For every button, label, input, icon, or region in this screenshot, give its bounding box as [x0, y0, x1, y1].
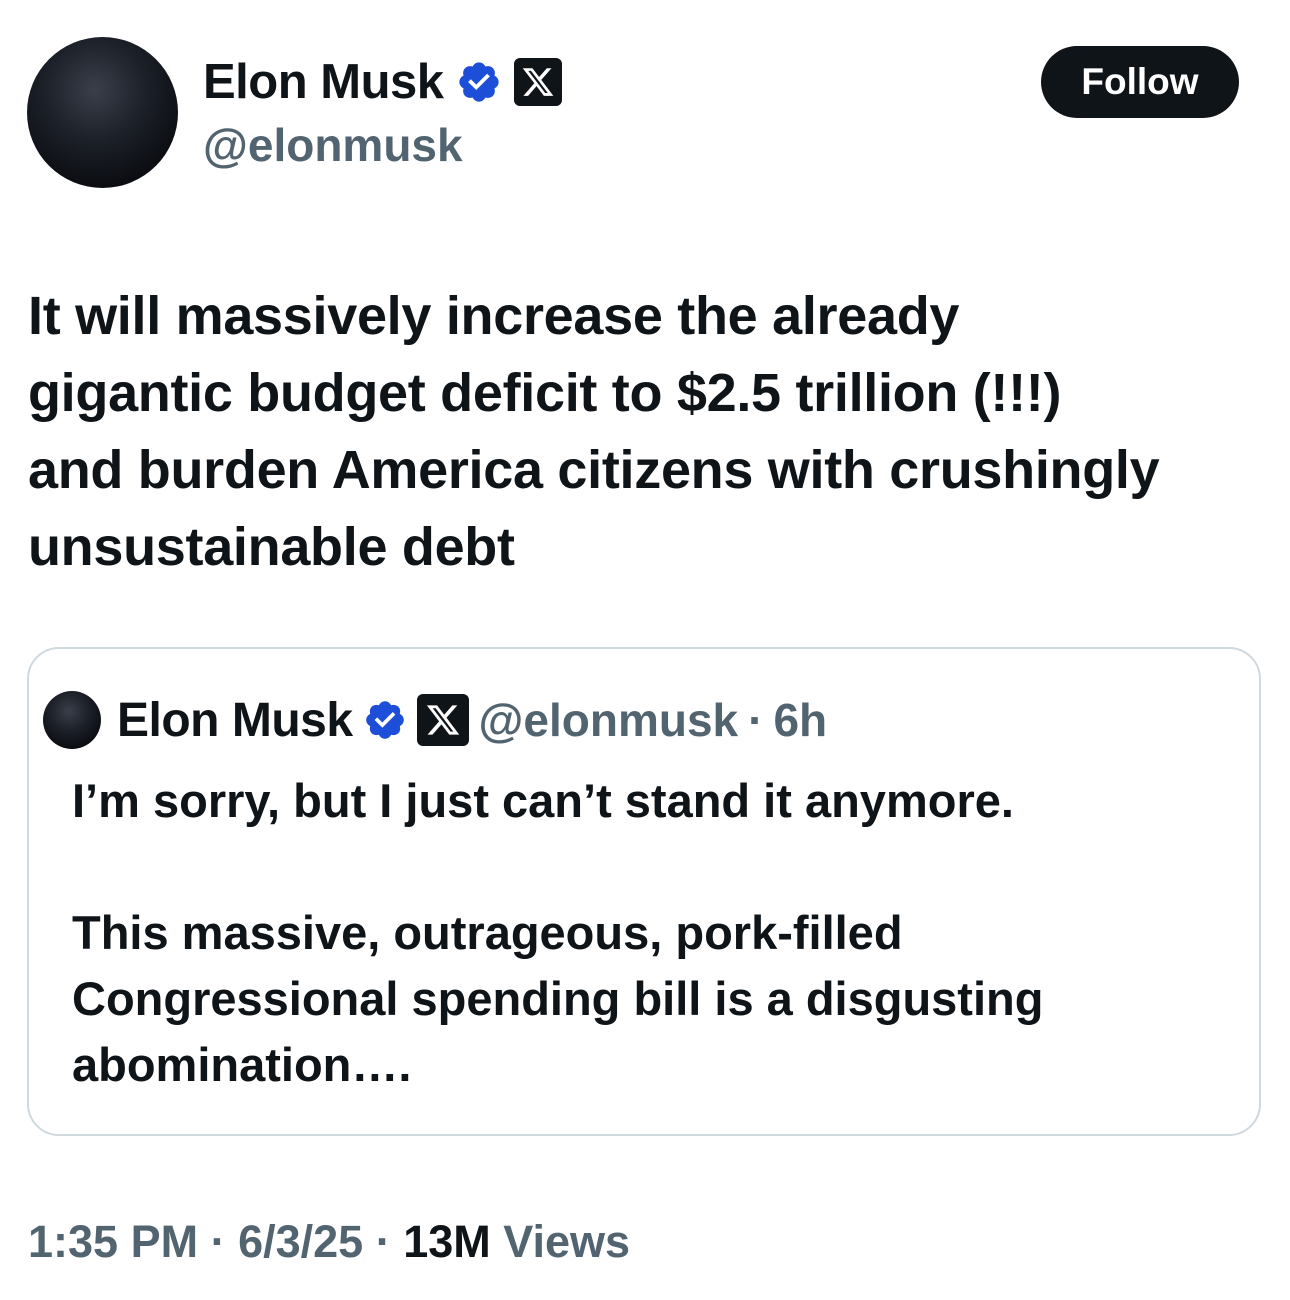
quoted-tweet-text: I’m sorry, but I just can’t stand it any…: [72, 774, 1044, 1091]
verified-badge-icon: [365, 701, 404, 739]
quoted-tweet-time[interactable]: 6h: [773, 693, 827, 747]
quoted-author-avatar[interactable]: [43, 691, 101, 749]
author-name-row: Elon Musk: [203, 52, 562, 112]
tweet-time[interactable]: 1:35 PM: [28, 1216, 198, 1268]
views-label: Views: [490, 1216, 631, 1267]
x-logo-icon: [513, 58, 562, 106]
follow-button[interactable]: Follow: [1041, 46, 1239, 118]
quoted-author-name[interactable]: Elon Musk: [117, 693, 353, 748]
meta-separator: ·: [363, 1216, 404, 1267]
meta-separator: ·: [198, 1216, 239, 1267]
author-avatar[interactable]: [27, 37, 178, 188]
tweet-date[interactable]: 6/3/25: [238, 1216, 363, 1268]
views-count: 13M: [403, 1216, 491, 1267]
tweet-meta-row: 1:35 PM · 6/3/25 · 13M Views: [28, 1212, 630, 1272]
author-name[interactable]: Elon Musk: [203, 54, 444, 110]
quoted-meta-separator: ·: [748, 694, 764, 746]
tweet-text: It will massively increase the already g…: [28, 286, 1160, 577]
x-logo-icon: [416, 694, 469, 746]
author-handle[interactable]: @elonmusk: [203, 118, 463, 172]
quoted-tweet-header: Elon Musk @elonmusk · 6h: [43, 690, 827, 750]
quoted-author-handle[interactable]: @elonmusk: [479, 693, 739, 747]
verified-badge-icon: [458, 62, 499, 102]
